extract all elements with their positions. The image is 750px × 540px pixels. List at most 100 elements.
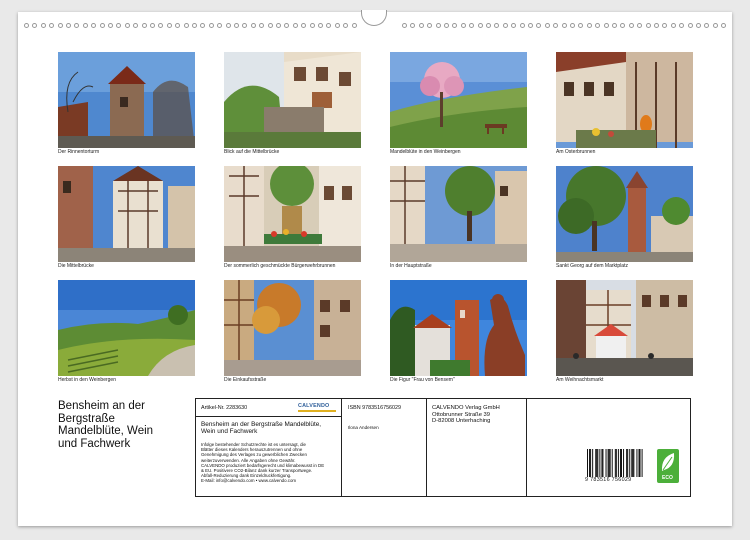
binding-hole <box>116 23 122 28</box>
binding-hole <box>57 23 63 28</box>
photo-rinnentorturm <box>58 52 195 148</box>
binding-hole <box>351 23 357 28</box>
binding-hole <box>637 23 643 28</box>
binding-hole <box>24 23 29 28</box>
binding-hole <box>603 23 609 28</box>
binding-hole <box>208 23 214 28</box>
barcode-bar <box>597 449 599 477</box>
binding-hole <box>410 23 416 28</box>
photo-caption: Blick auf die Mittelbrücke <box>224 149 280 155</box>
barcode-bar <box>614 449 616 477</box>
binding-hole <box>309 23 315 28</box>
calendar-back-page: Der Rinnentorturm Blick auf die Mittelbr… <box>18 10 732 526</box>
binding-hole <box>334 23 340 28</box>
barcode-bar <box>615 449 617 477</box>
barcode-bar <box>587 449 588 477</box>
binding-hole <box>108 23 113 28</box>
binding-hole <box>460 23 466 28</box>
barcode-bar <box>589 449 591 477</box>
eco-label: ECO <box>657 449 679 483</box>
binding-hole <box>712 23 718 28</box>
binding-hole <box>444 23 449 28</box>
binding-hole <box>74 23 80 28</box>
leaf-icon <box>661 453 675 471</box>
publisher-city: D-82008 Unterhaching <box>432 418 491 425</box>
barcode-bar <box>639 449 641 477</box>
barcode-bar <box>631 449 633 477</box>
binding-hole <box>612 23 617 28</box>
binding-hole <box>326 23 332 28</box>
binding-hole <box>99 23 105 28</box>
binding-hole <box>469 23 475 28</box>
binding-hole <box>486 23 491 28</box>
binding-hole <box>276 23 281 28</box>
binding-hole <box>217 23 223 28</box>
binding-hole <box>82 23 88 28</box>
binding-hole <box>687 23 693 28</box>
binding-hole <box>183 23 189 28</box>
barcode-bar <box>590 449 592 477</box>
binding-hole <box>696 23 701 28</box>
binding-hole <box>32 23 38 28</box>
barcode-bar <box>633 449 635 477</box>
binding-hole <box>654 23 659 28</box>
binding-hole <box>166 23 172 28</box>
photo-caption: Sankt Georg auf dem Marktplatz <box>556 263 628 269</box>
binding-hole <box>343 23 349 28</box>
binding-hole <box>284 23 290 28</box>
binding-hole <box>91 23 97 28</box>
photo-einkaufsstrasse <box>224 280 361 376</box>
binding-hole <box>402 23 407 28</box>
photo-mittelbruecke-view <box>224 52 361 148</box>
binding-hole <box>200 23 206 28</box>
binding-hole <box>66 23 71 28</box>
binding-hole <box>301 23 307 28</box>
binding-hole <box>141 23 147 28</box>
barcode-bar <box>617 449 619 477</box>
binding-hole <box>536 23 542 28</box>
binding-hole <box>250 23 256 28</box>
binding-hole <box>721 23 727 28</box>
photo-caption: Mandelblüte in den Weinbergen <box>390 149 461 155</box>
binding-hole <box>427 23 433 28</box>
binding-hole <box>242 23 248 28</box>
barcode-bar <box>609 449 611 477</box>
photo-weihnachtsmarkt <box>556 280 693 376</box>
binding-hole <box>452 23 458 28</box>
barcode-bar <box>623 449 625 477</box>
binding-hole <box>544 23 550 28</box>
binding-hole <box>502 23 508 28</box>
binding-hole <box>133 23 139 28</box>
photo-caption: Am Osterbrunnen <box>556 149 596 155</box>
binding-hole <box>158 23 164 28</box>
publisher-name: CALVENDO Verlag GmbH <box>432 405 500 411</box>
binding-hole <box>267 23 273 28</box>
binding-hole <box>586 23 592 28</box>
binding-hole <box>175 23 181 28</box>
subtitle-line: Bensheim an der Bergstraße Mandelblüte, <box>201 421 322 428</box>
photo-mandelbluete <box>390 52 527 148</box>
photo-caption: Der sommerlich geschmückte Bürgerwehrbru… <box>224 263 336 269</box>
barcode-bar <box>632 449 634 477</box>
binding-hole <box>519 23 525 28</box>
title-line: Mandelblüte, Wein <box>58 425 154 437</box>
binding-hole <box>679 23 685 28</box>
binding-hole <box>553 23 559 28</box>
eco-text: ECO <box>662 475 673 481</box>
binding-hole <box>259 23 265 28</box>
photo-caption: Die Einkaufsstraße <box>224 377 267 383</box>
photo-caption: Die Mittelbrücke <box>58 263 94 269</box>
barcode-bar <box>605 449 607 477</box>
binding-hole <box>662 23 668 28</box>
publisher-street: Ottobrunner Straße 39 <box>432 411 491 418</box>
barcode-bar <box>626 449 628 477</box>
binding-hole <box>318 23 323 28</box>
binding-hole <box>192 23 197 28</box>
legal-notice: Infolge bestehender Schutzrechte ist es … <box>201 442 339 484</box>
barcode-bar <box>629 449 631 477</box>
title-line: Bergstraße <box>58 412 115 425</box>
barcode-number: 9 783516 756029 <box>585 477 632 483</box>
photo-buergerwehrbrunnen <box>224 166 361 262</box>
barcode-bar <box>611 449 613 477</box>
binding-hole <box>477 23 483 28</box>
